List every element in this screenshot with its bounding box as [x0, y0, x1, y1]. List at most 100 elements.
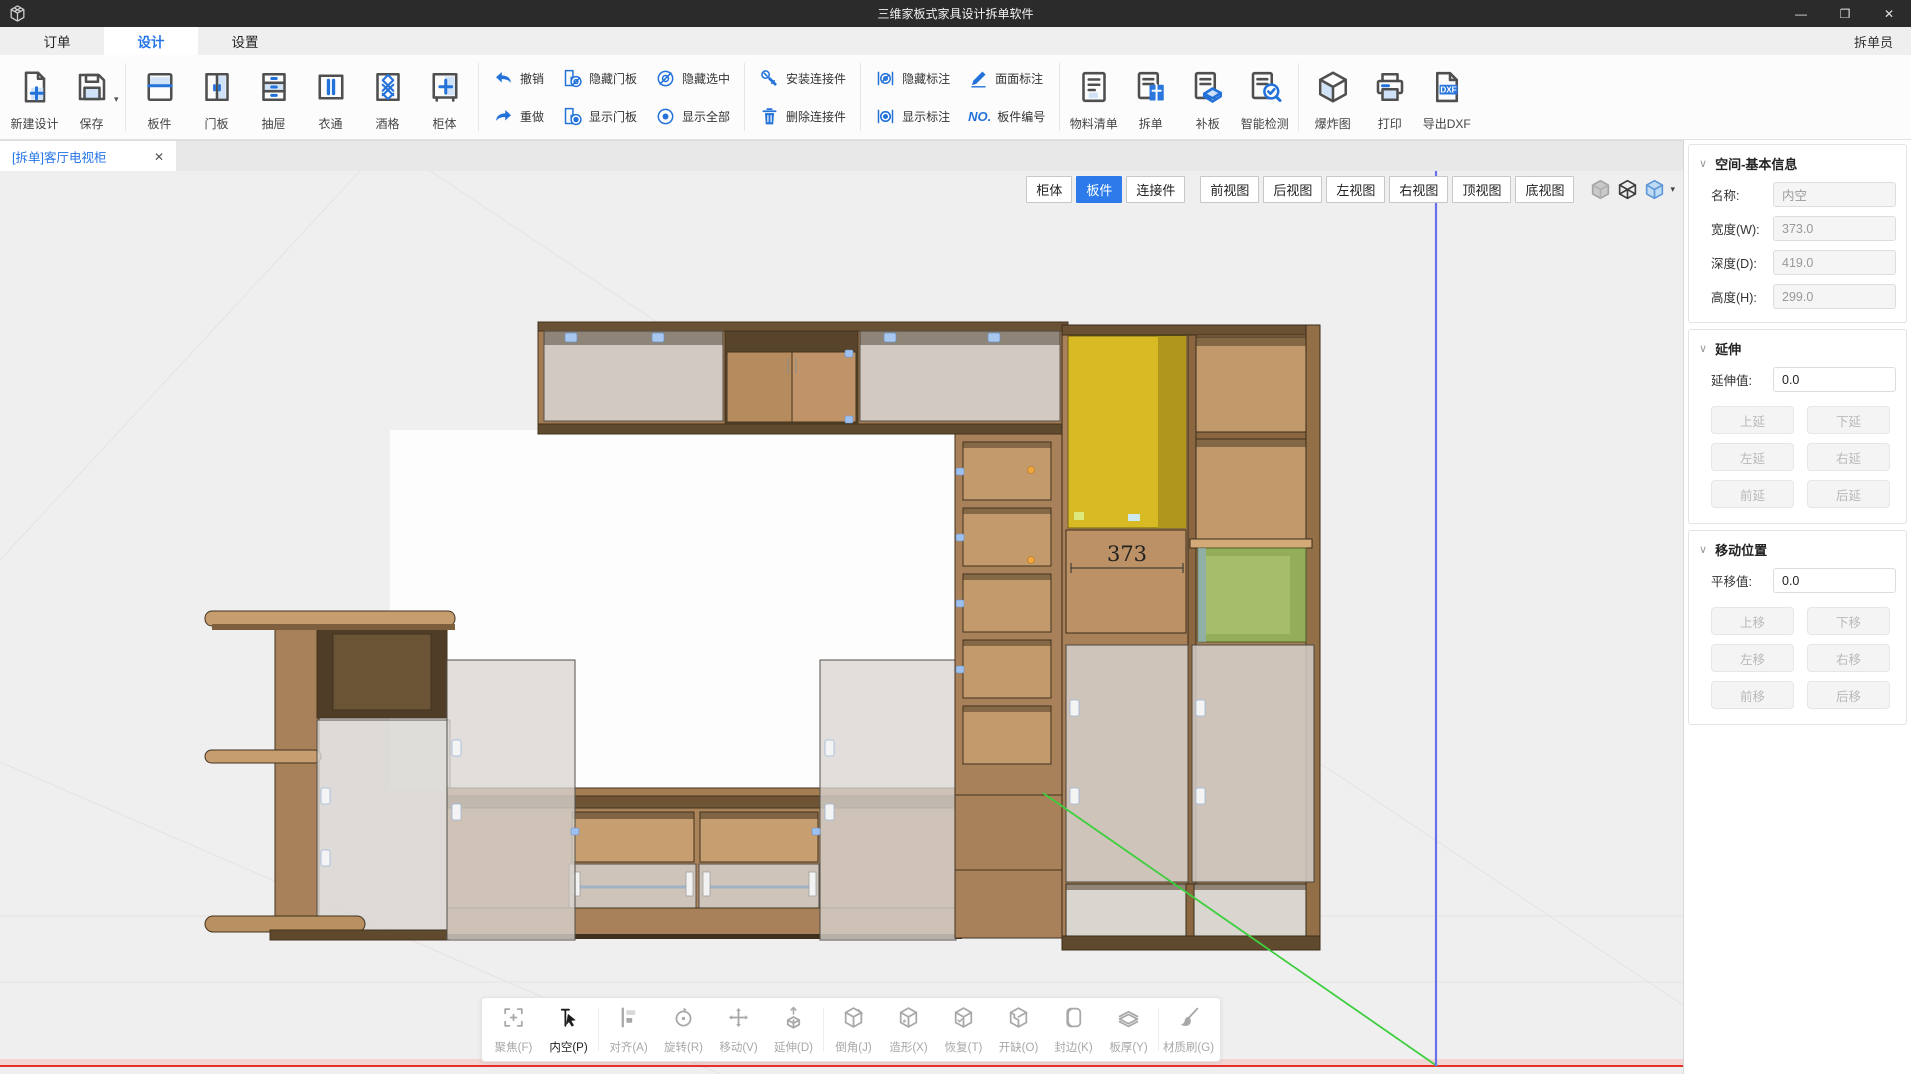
- panel-button-extend-right[interactable]: 右延: [1807, 443, 1890, 471]
- panel-button-extend-left[interactable]: 左延: [1711, 443, 1794, 471]
- tool-align[interactable]: 对齐(A): [601, 1001, 656, 1058]
- 3d-scene[interactable]: 373: [0, 171, 1683, 1074]
- cabinet-tall-unit[interactable]: 373: [1062, 325, 1320, 950]
- menu-tab-order[interactable]: 订单: [10, 27, 104, 55]
- tool-rotate[interactable]: 旋转(R): [656, 1001, 711, 1058]
- tool-thickness[interactable]: 板厚(Y): [1101, 1001, 1156, 1058]
- panel-field-row: 深度(D):: [1699, 250, 1896, 275]
- tool-material-brush[interactable]: 材质刷(G): [1161, 1001, 1216, 1058]
- panel-button-move-down[interactable]: 下移: [1807, 607, 1890, 635]
- panel-section-header[interactable]: ∨延伸: [1699, 339, 1896, 358]
- main-toolbar: 新建设计 ▾ 保存 板件门板抽屉衣通酒格柜体撤销重做隐藏门板显示门板隐藏选中显示全部安…: [0, 55, 1911, 140]
- toolbar-button-print[interactable]: 打印: [1361, 57, 1418, 137]
- toolbar-button-panel[interactable]: 板件: [131, 57, 188, 137]
- transparent-cube-icon[interactable]: [1643, 178, 1666, 201]
- toolbar-button-show-all[interactable]: 显示全部: [646, 99, 739, 133]
- tool-focus[interactable]: 聚焦(F): [486, 1001, 541, 1058]
- maximize-button[interactable]: ❐: [1823, 0, 1867, 27]
- toolbar-button-hide-door[interactable]: 隐藏门板: [553, 61, 646, 95]
- view-button-back-view[interactable]: 后视图: [1263, 176, 1322, 203]
- toolbar-button-redo[interactable]: 重做: [484, 99, 553, 133]
- tool-move[interactable]: 移动(V): [711, 1001, 766, 1058]
- toolbar-button-door[interactable]: 门板: [188, 57, 245, 137]
- cabinet-cubby-column[interactable]: [955, 434, 1063, 938]
- toolbar-button-split-order[interactable]: 拆单: [1122, 57, 1179, 137]
- toolbar-button-show-dimension[interactable]: 显示标注: [866, 99, 959, 133]
- tool-edge-band[interactable]: 封边(K): [1046, 1001, 1101, 1058]
- toolbar-button-smart-check[interactable]: 智能检测: [1236, 57, 1293, 137]
- toolbar-column-2-0: 撤销重做: [484, 57, 553, 137]
- view-button-front-view[interactable]: 前视图: [1200, 176, 1259, 203]
- toolbar-button-patch-board[interactable]: 补板: [1179, 57, 1236, 137]
- view-mode-button-panel-mode[interactable]: 板件: [1076, 176, 1122, 203]
- toolbar-button-wine-rack[interactable]: 酒格: [359, 57, 416, 137]
- panel-button-extend-up[interactable]: 上延: [1711, 406, 1794, 434]
- no-badge-icon: NO.: [968, 109, 991, 124]
- toolbar-button-undo[interactable]: 撤销: [484, 61, 553, 95]
- toolbar-button-new-design[interactable]: 新建设计: [6, 57, 63, 137]
- menu-tab-settings[interactable]: 设置: [198, 27, 292, 55]
- panel-button-move-up[interactable]: 上移: [1711, 607, 1794, 635]
- drawer-icon: [256, 61, 292, 113]
- toolbar-button-hide-selected[interactable]: 隐藏选中: [646, 61, 739, 95]
- panel-button-move-front[interactable]: 前移: [1711, 681, 1794, 709]
- panel-button-extend-down[interactable]: 下延: [1807, 406, 1890, 434]
- toolbar-button-cabinet[interactable]: 柜体: [416, 57, 473, 137]
- toolbar-button-export-dxf[interactable]: DXF导出DXF: [1418, 57, 1475, 137]
- menu-tab-design[interactable]: 设计: [104, 27, 198, 55]
- tool-inner-space[interactable]: 内空(P): [541, 1001, 596, 1058]
- toolbar-button-install-connector[interactable]: 安装连接件: [750, 61, 855, 95]
- tool-notch[interactable]: 开缺(O): [991, 1001, 1046, 1058]
- panel-section-header[interactable]: ∨移动位置: [1699, 540, 1896, 559]
- solid-cube-icon[interactable]: [1589, 178, 1612, 201]
- dropdown-caret-icon[interactable]: ▾: [114, 94, 119, 105]
- tool-label: 移动(V): [719, 1039, 757, 1055]
- user-role-label[interactable]: 拆单员: [1854, 32, 1893, 51]
- view-button-left-view[interactable]: 左视图: [1326, 176, 1385, 203]
- viewport-canvas[interactable]: 373: [0, 171, 1683, 1074]
- tool-label: 造形(X): [889, 1039, 927, 1055]
- panel-button-extend-front[interactable]: 前延: [1711, 480, 1794, 508]
- toolbar-button-drawer[interactable]: 抽屉: [245, 57, 302, 137]
- view-button-top-view[interactable]: 顶视图: [1452, 176, 1511, 203]
- panel-section-header[interactable]: ∨空间-基本信息: [1699, 154, 1896, 173]
- view-mode-button-cabinet-mode[interactable]: 柜体: [1026, 176, 1072, 203]
- tool-shape[interactable]: 造形(X): [881, 1001, 936, 1058]
- view-mode-button-connector-mode[interactable]: 连接件: [1126, 176, 1185, 203]
- panel-button-move-right[interactable]: 右移: [1807, 644, 1890, 672]
- view-button-right-view[interactable]: 右视图: [1389, 176, 1448, 203]
- panel-button-move-left[interactable]: 左移: [1711, 644, 1794, 672]
- svg-text:DXF: DXF: [1440, 85, 1456, 94]
- toolbar-button-label: 重做: [520, 108, 544, 125]
- cabinet-left-unit[interactable]: [205, 611, 455, 940]
- display-mode-caret-icon[interactable]: ▾: [1670, 184, 1675, 195]
- bom-icon: [1076, 61, 1112, 113]
- toolbar-button-delete-connector[interactable]: 删除连接件: [750, 99, 855, 133]
- panel-button-move-back[interactable]: 后移: [1807, 681, 1890, 709]
- toolbar-button-show-door[interactable]: 显示门板: [553, 99, 646, 133]
- document-tab[interactable]: [拆单]客厅电视柜 ✕: [0, 141, 176, 172]
- toolbar-button-label: 保存: [79, 115, 103, 132]
- toolbar-button-explode[interactable]: 爆炸图: [1304, 57, 1361, 137]
- toolbar-button-hide-dimension[interactable]: 隐藏标注: [866, 61, 959, 95]
- tab-close-icon[interactable]: ✕: [154, 150, 164, 164]
- toolbar-button-rail[interactable]: 衣通: [302, 57, 359, 137]
- toolbar-button-panel-number[interactable]: NO.板件编号: [959, 99, 1054, 133]
- minimize-button[interactable]: —: [1779, 0, 1823, 27]
- panel-section-space-basic-info: ∨空间-基本信息名称:宽度(W):深度(D):高度(H):: [1688, 144, 1907, 323]
- wireframe-cube-icon[interactable]: [1616, 178, 1639, 201]
- toolbar-button-face-dimension[interactable]: 面面标注: [959, 61, 1054, 95]
- field-input-extend-value[interactable]: [1773, 367, 1896, 392]
- tool-chamfer[interactable]: 倒角(J): [826, 1001, 881, 1058]
- cabinet-top-row[interactable]: [538, 322, 1068, 434]
- application-window: 三维家板式家具设计拆单软件 — ❐ ✕ 订单设计设置 拆单员 新建设计▾保存板件…: [0, 0, 1911, 1074]
- view-button-bottom-view[interactable]: 底视图: [1515, 176, 1574, 203]
- panel-button-extend-back[interactable]: 后延: [1807, 480, 1890, 508]
- tool-restore[interactable]: 恢复(T): [936, 1001, 991, 1058]
- close-button[interactable]: ✕: [1867, 0, 1911, 27]
- toolbar-button-bom[interactable]: 物料清单: [1065, 57, 1122, 137]
- panel-section-title: 空间-基本信息: [1715, 154, 1797, 173]
- tool-extend[interactable]: 延伸(D): [766, 1001, 821, 1058]
- toolbar-button-save[interactable]: ▾ 保存: [63, 57, 120, 137]
- field-input-move-value[interactable]: [1773, 568, 1896, 593]
